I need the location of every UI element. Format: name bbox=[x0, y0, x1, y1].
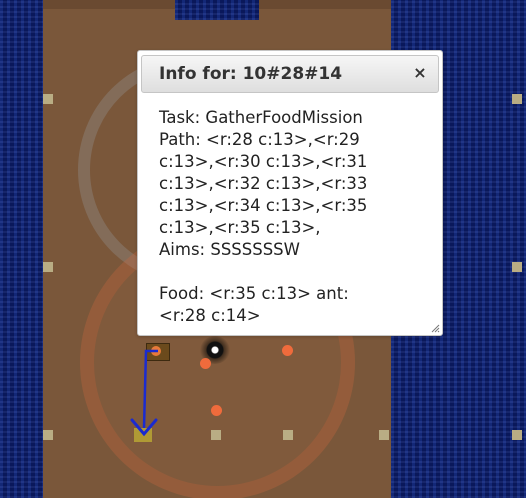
resize-grip-icon[interactable] bbox=[430, 323, 440, 333]
grid-marker bbox=[43, 94, 53, 104]
task-line: Task: GatherFoodMission bbox=[159, 108, 363, 127]
grid-marker bbox=[512, 94, 522, 104]
water-top bbox=[175, 0, 259, 20]
path-line-5: c:13>,<r:35 c:13>, bbox=[159, 218, 321, 237]
grid-marker bbox=[211, 430, 221, 440]
path-line-1: Path: <r:28 c:13>,<r:29 bbox=[159, 130, 360, 149]
water-left bbox=[0, 0, 43, 498]
food-line-2: <r:28 c:14> bbox=[159, 306, 261, 325]
path-line-4: c:13>,<r:34 c:13>,<r:35 bbox=[159, 196, 368, 215]
dialog-titlebar[interactable]: Info for: 10#28#14 × bbox=[141, 55, 439, 93]
ant-marker[interactable] bbox=[151, 346, 161, 356]
path-line-2: c:13>,<r:30 c:13>,<r:31 bbox=[159, 152, 368, 171]
path-line-3: c:13>,<r:32 c:13>,<r:33 bbox=[159, 174, 368, 193]
grid-marker bbox=[379, 430, 389, 440]
game-board[interactable]: Info for: 10#28#14 × Task: GatherFoodMis… bbox=[0, 0, 526, 498]
aims-line: Aims: SSSSSSSW bbox=[159, 240, 300, 259]
grid-marker bbox=[512, 262, 522, 272]
close-icon[interactable]: × bbox=[411, 64, 429, 82]
grid-marker bbox=[43, 262, 53, 272]
dialog-title: Info for: 10#28#14 bbox=[159, 64, 343, 84]
grid-marker bbox=[43, 430, 53, 440]
food-line-1: Food: <r:35 c:13> ant: bbox=[159, 284, 349, 303]
food-pellet-icon[interactable] bbox=[200, 358, 211, 369]
target-tile[interactable] bbox=[134, 428, 152, 442]
info-dialog[interactable]: Info for: 10#28#14 × Task: GatherFoodMis… bbox=[137, 50, 443, 336]
grid-marker bbox=[512, 430, 522, 440]
food-pellet-icon[interactable] bbox=[282, 345, 293, 356]
grid-marker bbox=[283, 430, 293, 440]
dialog-content: Task: GatherFoodMission Path: <r:28 c:13… bbox=[159, 107, 429, 327]
food-pellet-icon[interactable] bbox=[211, 405, 222, 416]
